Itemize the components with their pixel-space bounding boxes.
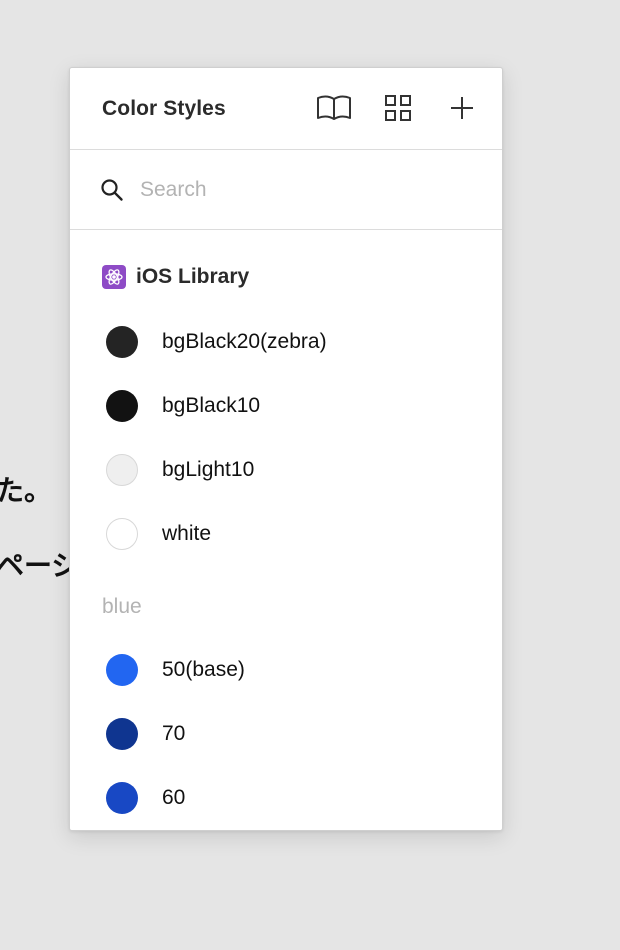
- library-header[interactable]: iOS Library: [102, 264, 249, 290]
- color-style-label: bgBlack10: [162, 394, 261, 417]
- color-swatch: [106, 454, 138, 486]
- search-row: [70, 150, 502, 230]
- background-text-fragment: た。: [0, 475, 53, 506]
- background-text-fragment: ページ: [0, 550, 80, 581]
- color-swatch: [106, 718, 138, 750]
- search-input[interactable]: [140, 172, 460, 208]
- color-styles-panel: Color Styles Search iOS Library bgBlack2…: [69, 67, 503, 831]
- grid-icon: [385, 95, 411, 121]
- color-swatch: [106, 326, 138, 358]
- color-style-item[interactable]: 60: [70, 770, 502, 826]
- plus-icon: [451, 97, 473, 119]
- color-style-label: 60: [162, 786, 186, 809]
- atom-icon: [102, 265, 126, 289]
- color-swatch: [106, 654, 138, 686]
- color-swatch: [106, 518, 138, 550]
- add-style-button[interactable]: [442, 90, 482, 126]
- panel-title: Color Styles: [102, 97, 226, 120]
- color-swatch: [106, 390, 138, 422]
- library-name: iOS Library: [136, 265, 250, 288]
- color-style-label: white: [162, 522, 212, 545]
- library-button[interactable]: [314, 90, 354, 126]
- color-style-item[interactable]: bgBlack20(zebra): [70, 314, 502, 370]
- color-style-item[interactable]: 70: [70, 706, 502, 762]
- color-style-label: bgLight10: [162, 458, 255, 481]
- group-label[interactable]: blue: [102, 595, 142, 619]
- search-icon: [101, 179, 123, 201]
- color-swatch: [106, 782, 138, 814]
- color-style-item[interactable]: bgLight10: [70, 442, 502, 498]
- color-style-label: 70: [162, 722, 186, 745]
- color-style-item[interactable]: bgBlack10: [70, 378, 502, 434]
- book-icon: [317, 95, 351, 120]
- color-style-label: bgBlack20(zebra): [162, 330, 327, 353]
- grid-view-button[interactable]: [378, 90, 418, 126]
- color-style-item[interactable]: 50(base): [70, 642, 502, 698]
- panel-header: Color Styles: [70, 68, 502, 150]
- color-style-item[interactable]: white: [70, 506, 502, 562]
- color-style-label: 50(base): [162, 658, 245, 681]
